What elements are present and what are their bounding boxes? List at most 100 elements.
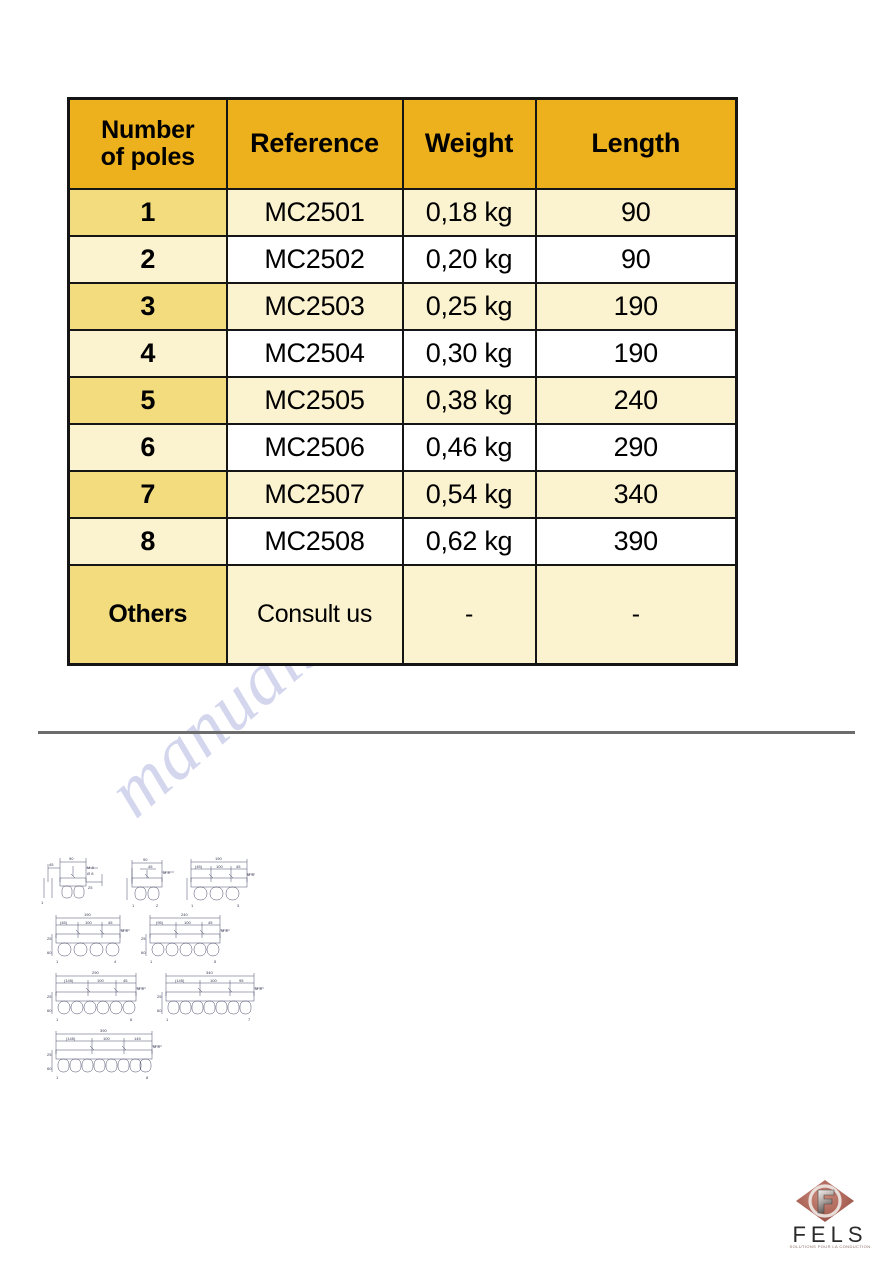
svg-text:95: 95 [239,978,244,983]
cell-weight: 0,62 kg [401,517,537,566]
cell-number-of-poles: 1 [67,188,228,237]
svg-text:100: 100 [184,920,191,925]
cell-number-of-poles: Others [67,564,228,666]
svg-text:Ø 8: Ø 8 [87,871,94,876]
cell-number-of-poles: 8 [67,517,228,566]
svg-text:100: 100 [210,978,217,983]
svg-text:(45): (45) [60,920,68,925]
table-row: 6 MC2506 0,46 kg 290 [67,423,738,472]
cell-reference: MC2503 [225,282,404,331]
cell-reference: MC2508 [225,517,404,566]
cell-weight: 0,54 kg [401,470,537,519]
table-row: 1 MC2501 0,18 kg 90 [67,188,738,237]
cell-weight: 0,18 kg [401,188,537,237]
svg-text:M 8: M 8 [247,872,254,877]
svg-text:45: 45 [148,864,153,869]
svg-text:M 8: M 8 [153,1044,160,1049]
svg-text:25: 25 [157,994,162,999]
svg-text:60: 60 [141,950,146,955]
cell-length: - [534,564,738,666]
svg-text:25: 25 [47,936,52,941]
cell-reference: MC2502 [225,235,404,284]
cell-number-of-poles: 6 [67,423,228,472]
svg-text:1: 1 [191,903,194,908]
svg-text:1: 1 [166,1017,169,1022]
column-header-reference: Reference [225,97,404,190]
svg-text:45: 45 [108,920,113,925]
column-header-weight: Weight [401,97,537,190]
svg-text:1: 1 [41,900,44,905]
svg-text:60: 60 [47,1008,52,1013]
specification-table-container: Number of poles Reference Weight Length … [67,97,738,666]
dimension-drawing-1-pole: 90 45 M 8 Ø 8 25 1 [40,852,118,910]
table-header: Number of poles Reference Weight Length [67,97,738,190]
svg-text:(145): (145) [175,978,185,983]
cell-number-of-poles: 5 [67,376,228,425]
specification-table: Number of poles Reference Weight Length … [67,97,738,666]
svg-text:M 8: M 8 [163,870,170,875]
dimension-drawing-8-pole: 390 (145) 100 145 M 8 25 60 1 8 [46,1026,166,1082]
dimension-drawing-3-pole: 190 (45) 100 45 M 8 1 3 [183,854,259,910]
svg-text:6: 6 [130,1017,133,1022]
svg-text:190: 190 [215,856,222,861]
svg-text:1: 1 [56,1017,59,1022]
cell-number-of-poles: 7 [67,470,228,519]
svg-text:45: 45 [236,864,241,869]
section-divider [38,731,855,734]
svg-text:(145): (145) [64,978,74,983]
cell-weight: 0,20 kg [401,235,537,284]
dimension-drawing-2-pole: 90 45 M 8 1 2 [122,854,180,910]
svg-text:(95): (95) [156,920,164,925]
cell-weight: 0,46 kg [401,423,537,472]
cell-length: 190 [534,282,738,331]
svg-text:M 8: M 8 [255,986,262,991]
cell-length: 340 [534,470,738,519]
svg-text:7: 7 [248,1017,251,1022]
table-row: 3 MC2503 0,25 kg 190 [67,282,738,331]
cell-length: 190 [534,329,738,378]
svg-text:25: 25 [141,936,146,941]
svg-text:3: 3 [237,903,240,908]
cell-reference: MC2505 [225,376,404,425]
fels-tagline: SOLUTIONS POUR LA CONDUCTION [789,1244,871,1249]
cell-reference: MC2504 [225,329,404,378]
svg-text:M 8: M 8 [87,865,94,870]
svg-text:M 8: M 8 [221,928,228,933]
cell-length: 90 [534,188,738,237]
svg-text:60: 60 [47,950,52,955]
cell-number-of-poles: 3 [67,282,228,331]
svg-text:5: 5 [214,959,217,964]
cell-length: 90 [534,235,738,284]
svg-text:4: 4 [114,959,117,964]
cell-reference: MC2506 [225,423,404,472]
cell-number-of-poles: 2 [67,235,228,284]
svg-text:100: 100 [85,920,92,925]
table-row: 7 MC2507 0,54 kg 340 [67,470,738,519]
svg-text:60: 60 [47,1066,52,1071]
column-header-number-of-poles: Number of poles [67,97,228,190]
table-body: 1 MC2501 0,18 kg 90 2 MC2502 0,20 kg 90 3 MC2503 0… [67,188,738,666]
svg-text:25: 25 [47,1052,52,1057]
cell-length: 390 [534,517,738,566]
cell-weight: 0,30 kg [401,329,537,378]
svg-text:M 8: M 8 [137,986,144,991]
fels-logo: FELS SOLUTIONS POUR LA CONDUCTION [780,1178,880,1254]
svg-text:290: 290 [92,970,99,975]
svg-text:100: 100 [97,978,104,983]
svg-text:1: 1 [132,903,135,908]
svg-text:90: 90 [143,857,148,862]
table-row: 8 MC2508 0,62 kg 390 [67,517,738,566]
svg-text:25: 25 [47,994,52,999]
svg-text:240: 240 [181,912,188,917]
table-row: 5 MC2505 0,38 kg 240 [67,376,738,425]
cell-reference: Consult us [225,564,404,666]
table-row: 4 MC2504 0,30 kg 190 [67,329,738,378]
svg-text:1: 1 [56,959,59,964]
header-line-2: of poles [100,143,195,171]
svg-text:45: 45 [123,978,128,983]
cell-number-of-poles: 4 [67,329,228,378]
svg-text:(45): (45) [195,864,203,869]
header-row: Number of poles Reference Weight Length [67,97,738,190]
svg-text:390: 390 [100,1028,107,1033]
svg-text:190: 190 [84,912,91,917]
